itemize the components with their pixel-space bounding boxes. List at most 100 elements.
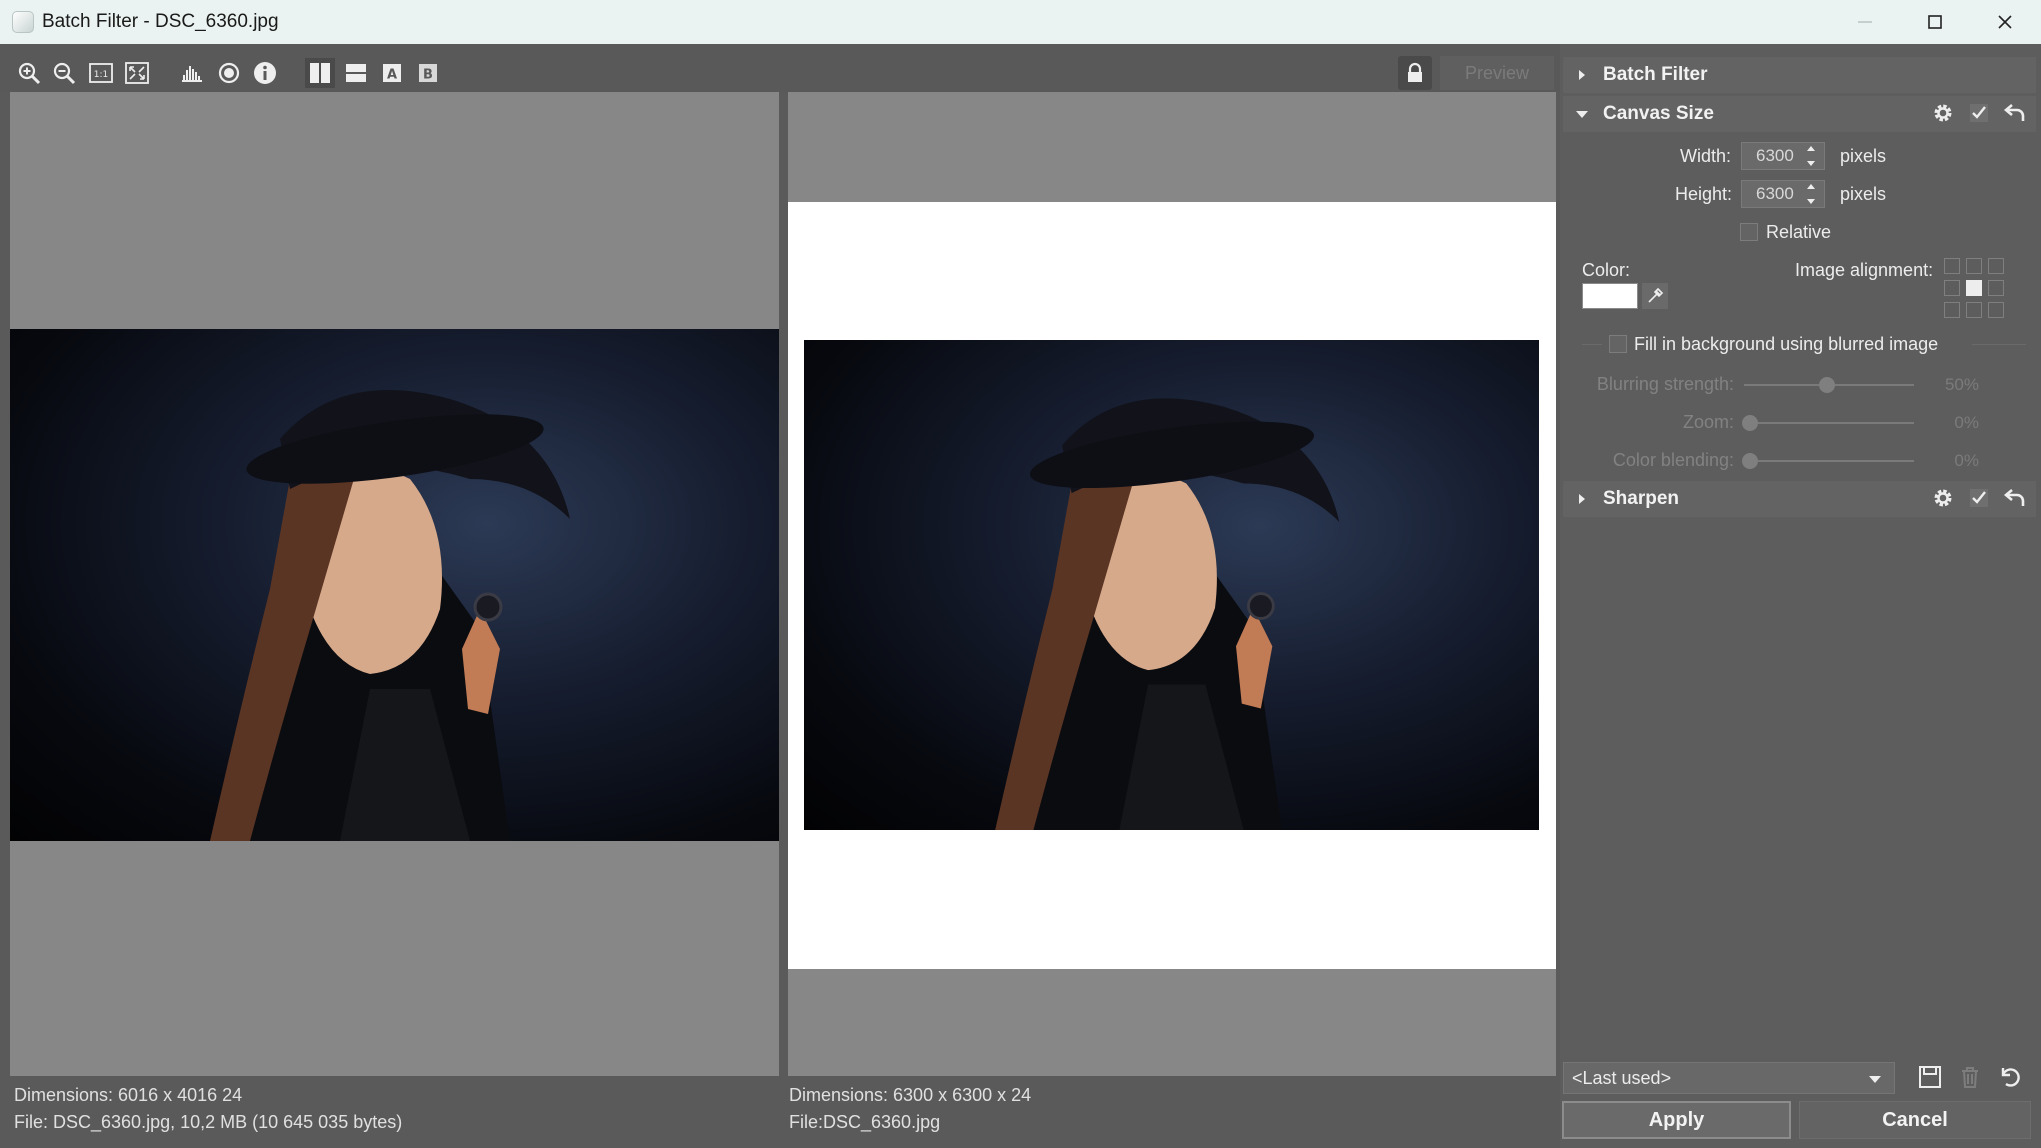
check-icon: [1970, 104, 1988, 122]
align-center[interactable]: [1966, 280, 1982, 296]
section-label: Sharpen: [1603, 488, 1680, 509]
split-vertical-button[interactable]: [305, 58, 335, 88]
histogram-button[interactable]: [177, 58, 207, 88]
eyedropper-button[interactable]: [1642, 283, 1668, 309]
align-bottom-left[interactable]: [1944, 302, 1960, 318]
reset-button[interactable]: [2002, 100, 2028, 126]
maximize-button[interactable]: [1900, 0, 1970, 44]
zoom-in-button[interactable]: [14, 58, 44, 88]
view-a-icon: A: [383, 64, 401, 83]
enable-button[interactable]: [1966, 485, 1992, 511]
enable-button[interactable]: [1966, 100, 1992, 126]
preview-file-info: File:DSC_6360.jpg: [789, 1112, 941, 1132]
portrait-image-preview: [995, 398, 1340, 830]
blurring-strength-handle[interactable]: [1819, 377, 1835, 393]
preview-dimensions: Dimensions: 6300 x 6300 x 24: [789, 1085, 1032, 1105]
zoom-label: Zoom:: [1682, 412, 1734, 432]
zoom-slider[interactable]: [1744, 422, 1914, 424]
chevron-down-icon: [1576, 111, 1588, 118]
trash-icon: [1962, 1067, 1978, 1088]
align-middle-left[interactable]: [1944, 280, 1960, 296]
lock-icon: [1408, 62, 1422, 82]
color-blending-handle[interactable]: [1742, 453, 1758, 469]
align-middle-right[interactable]: [1988, 280, 2004, 296]
fill-background-checkbox[interactable]: [1609, 335, 1627, 353]
align-bottom-right[interactable]: [1988, 302, 2004, 318]
original-image-info: Dimensions: 6016 x 4016 24 File: DSC_636…: [14, 1076, 774, 1148]
reset-button[interactable]: [2002, 485, 2028, 511]
view-b-button[interactable]: B: [413, 58, 443, 88]
spin-up-icon: [1807, 184, 1815, 189]
preview-button[interactable]: Preview: [1440, 56, 1554, 90]
zoom-out-icon: [53, 62, 76, 85]
align-top-center[interactable]: [1966, 258, 1982, 274]
minimize-button[interactable]: [1830, 0, 1900, 44]
height-spinner[interactable]: [1804, 180, 1818, 208]
blurring-strength-label: Blurring strength:: [1596, 374, 1734, 394]
zoom-in-icon: [18, 62, 41, 85]
portrait-image: [210, 390, 570, 841]
split-horizontal-icon: [346, 64, 366, 82]
filter-panel: [1560, 44, 2041, 1148]
zoom-out-button[interactable]: [49, 58, 79, 88]
chevron-right-icon: [1579, 494, 1585, 504]
cancel-button[interactable]: Cancel: [1799, 1101, 2031, 1139]
preset-value: <Last used>: [1572, 1068, 1672, 1088]
relative-checkbox[interactable]: [1740, 223, 1758, 241]
color-swatch[interactable]: [1582, 283, 1638, 309]
lock-button[interactable]: [1398, 56, 1432, 90]
width-spinner[interactable]: [1804, 142, 1818, 170]
close-button[interactable]: [1970, 0, 2040, 44]
separator: [1972, 344, 2026, 345]
align-top-left[interactable]: [1944, 258, 1960, 274]
image-alignment-label: Image alignment:: [1795, 260, 1934, 280]
zoom-value: 0%: [1954, 413, 1979, 432]
chevron-right-icon: [1579, 70, 1585, 80]
preview-image-pane[interactable]: [788, 92, 1556, 1076]
zoom-handle[interactable]: [1742, 415, 1758, 431]
section-batch-filter[interactable]: Batch Filter: [1563, 57, 2036, 93]
settings-button[interactable]: [1930, 485, 1956, 511]
settings-button[interactable]: [1930, 100, 1956, 126]
section-sharpen[interactable]: Sharpen: [1563, 481, 2036, 517]
preview-photo: [804, 340, 1539, 830]
undo-icon: [2003, 104, 2025, 121]
image-alignment-grid[interactable]: [1944, 258, 2004, 318]
save-preset-button[interactable]: [1913, 1060, 1947, 1094]
view-b-label: B: [423, 68, 433, 83]
preset-dropdown[interactable]: <Last used>: [1563, 1062, 1895, 1094]
title-bar: Batch Filter - DSC_6360.jpg: [0, 0, 2041, 44]
split-horizontal-button[interactable]: [341, 58, 371, 88]
maximize-icon: [1928, 15, 1942, 29]
zoom-1-1-button[interactable]: 1:1: [86, 58, 116, 88]
section-canvas-size[interactable]: Canvas Size: [1563, 96, 2036, 132]
spin-up-icon: [1807, 146, 1815, 151]
histogram-icon: [182, 66, 202, 82]
delete-preset-button[interactable]: [1953, 1060, 1987, 1094]
zoom-1-1-label: 1:1: [94, 70, 108, 80]
spin-down-icon: [1807, 199, 1815, 204]
exposure-button[interactable]: [214, 58, 244, 88]
minimize-icon: [1858, 21, 1872, 23]
view-a-button[interactable]: A: [377, 58, 407, 88]
section-actions: [1930, 485, 2028, 511]
split-vertical-icon: [310, 63, 330, 83]
apply-button[interactable]: Apply: [1562, 1101, 1791, 1139]
info-button[interactable]: [250, 58, 280, 88]
width-label: Width:: [1680, 146, 1732, 166]
align-top-right[interactable]: [1988, 258, 2004, 274]
info-icon: [254, 62, 276, 84]
zoom-fit-button[interactable]: [122, 58, 152, 88]
color-blending-slider[interactable]: [1744, 460, 1914, 462]
align-bottom-center[interactable]: [1966, 302, 1982, 318]
pane-divider[interactable]: [779, 92, 788, 1076]
window-title: Batch Filter - DSC_6360.jpg: [42, 11, 279, 32]
check-icon: [1970, 489, 1988, 507]
color-blending-label: Color blending:: [1612, 450, 1734, 470]
reset-preset-button[interactable]: [1993, 1060, 2027, 1094]
preview-image-info: Dimensions: 6300 x 6300 x 24 File:DSC_63…: [789, 1076, 1549, 1148]
original-image-pane[interactable]: [10, 92, 779, 1076]
app-icon: [12, 11, 34, 33]
undo-icon: [2003, 489, 2025, 506]
section-label: Canvas Size: [1603, 103, 1714, 124]
